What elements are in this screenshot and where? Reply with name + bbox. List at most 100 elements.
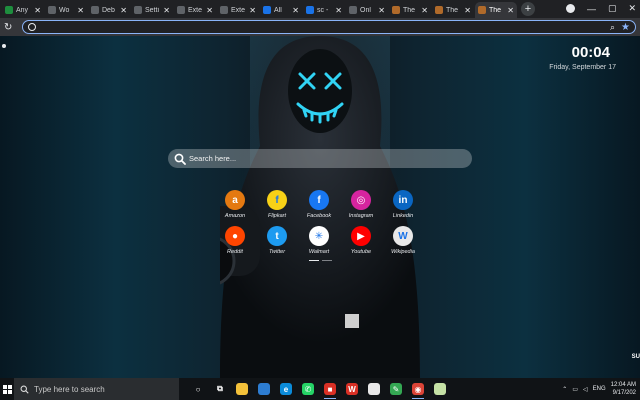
tab-close-icon[interactable]: ✕ <box>421 6 428 15</box>
shortcut-amazon[interactable]: a Amazon <box>215 190 255 219</box>
close-window-button[interactable]: ✕ <box>628 3 636 14</box>
language-indicator[interactable]: ENG <box>593 386 606 392</box>
start-button[interactable] <box>0 378 14 400</box>
shortcut-reddit[interactable]: ● Reddit <box>215 226 255 255</box>
edge-taskbar-button[interactable]: e <box>275 378 297 400</box>
search-icon[interactable]: ⌕ <box>610 22 615 33</box>
address-input[interactable] <box>40 22 606 32</box>
shortcut-label: Twitter <box>268 249 286 255</box>
shortcut-label: Wikipedia <box>391 249 415 255</box>
tab-close-icon[interactable]: ✕ <box>77 6 84 15</box>
tab-title: Setti <box>145 6 160 14</box>
shortcut-twitter[interactable]: t Twitter <box>257 226 297 255</box>
reload-icon[interactable]: ↻ <box>4 22 18 33</box>
shortcut-walmart[interactable]: ✳ Walmart <box>299 226 339 255</box>
chrome-taskbar-button[interactable]: ◉ <box>407 378 429 400</box>
tab-close-icon[interactable]: ✕ <box>249 6 256 15</box>
site-info-icon[interactable] <box>28 23 36 31</box>
shortcut-flipkart[interactable]: f Flipkart <box>257 190 297 219</box>
tab-list: Any ✕ Wo ✕ Deb ✕ Setti ✕ Exte ✕ Exte ✕ All ✕ sc - ✕ Onl ✕… <box>2 2 518 18</box>
tab-close-icon[interactable]: ✕ <box>335 6 342 15</box>
apps-dot-icon[interactable] <box>2 44 6 48</box>
timeline-taskbar-button[interactable]: ⧉ <box>209 378 231 400</box>
tab-6[interactable]: All ✕ <box>260 2 302 18</box>
c-icon <box>306 6 314 14</box>
shortcut-youtube[interactable]: ▶ Youtube <box>341 226 381 255</box>
shortcut-wikipedia[interactable]: W Wikipedia <box>383 226 423 255</box>
hood-icon <box>435 6 443 14</box>
tab-title: sc - <box>317 6 329 14</box>
shortcut-linkedin[interactable]: in Linkedin <box>383 190 423 219</box>
browser-toolbar: ↻ ⌕ ★ <box>0 18 640 36</box>
edge-icon: e <box>280 383 292 395</box>
taskbar-clock[interactable]: 12:04 AM 9/17/202 <box>611 381 636 397</box>
task-view-taskbar-button[interactable]: ○ <box>187 378 209 400</box>
profile-icon[interactable] <box>565 4 575 13</box>
screen-recorder-taskbar-button[interactable]: ■ <box>319 378 341 400</box>
w-icon <box>48 6 56 14</box>
tab-10[interactable]: The ✕ <box>432 2 474 18</box>
windows-logo-icon <box>2 384 12 394</box>
minimize-button[interactable]: — <box>587 4 596 14</box>
globe-icon <box>91 6 99 14</box>
sheets-taskbar-button[interactable] <box>429 378 451 400</box>
shortcut-label: Facebook <box>306 213 332 219</box>
omnibox[interactable]: ⌕ ★ <box>22 20 636 34</box>
notes-icon <box>368 383 380 395</box>
twitter-icon: t <box>267 226 287 246</box>
wps-icon: W <box>346 383 358 395</box>
tab-2[interactable]: Deb ✕ <box>88 2 130 18</box>
shortcut-instagram[interactable]: ◎ Instagram <box>341 190 381 219</box>
tab-close-icon[interactable]: ✕ <box>206 6 213 15</box>
pencil-icon: ✎ <box>390 383 402 395</box>
notes-taskbar-button[interactable] <box>363 378 385 400</box>
tab-close-icon[interactable]: ✕ <box>34 6 41 15</box>
page-indicator-active[interactable] <box>309 260 319 261</box>
hood-icon <box>478 6 486 14</box>
file-explorer-taskbar-button[interactable] <box>231 378 253 400</box>
pencil-taskbar-button[interactable]: ✎ <box>385 378 407 400</box>
search-bar[interactable] <box>168 149 472 168</box>
chevron-up-icon[interactable]: ⌃ <box>562 386 567 393</box>
photos-taskbar-button[interactable] <box>253 378 275 400</box>
bookmark-star-icon[interactable]: ★ <box>621 22 630 33</box>
tab-1[interactable]: Wo ✕ <box>45 2 87 18</box>
volume-icon[interactable]: ◁ <box>583 386 588 393</box>
search-input[interactable] <box>189 154 472 163</box>
tab-title: All <box>274 6 282 14</box>
tab-5[interactable]: Exte ✕ <box>217 2 259 18</box>
tab-close-icon[interactable]: ✕ <box>292 6 299 15</box>
tab-11[interactable]: The ✕ <box>475 2 517 18</box>
tab-4[interactable]: Exte ✕ <box>174 2 216 18</box>
wps-taskbar-button[interactable]: W <box>341 378 363 400</box>
window-controls: — ▢ ✕ <box>565 3 636 14</box>
whatsapp-taskbar-button[interactable]: ✆ <box>297 378 319 400</box>
tab-0[interactable]: Any ✕ <box>2 2 44 18</box>
shortcut-label: Flipkart <box>267 213 287 219</box>
shortcut-label: Walmart <box>308 249 330 255</box>
shortcut-label: Linkedin <box>392 213 414 219</box>
network-icon[interactable]: ▭ <box>572 386 578 393</box>
tab-3[interactable]: Setti ✕ <box>131 2 173 18</box>
new-tab-button[interactable]: + <box>521 2 535 16</box>
tab-close-icon[interactable]: ✕ <box>464 6 471 15</box>
clock-date: Friday, September 17 <box>549 64 616 71</box>
facebook-icon: f <box>309 190 329 210</box>
tab-9[interactable]: The ✕ <box>389 2 431 18</box>
tab-close-icon[interactable]: ✕ <box>507 6 514 15</box>
page-indicator[interactable] <box>322 260 332 261</box>
tab-close-icon[interactable]: ✕ <box>378 6 385 15</box>
tab-8[interactable]: Onl ✕ <box>346 2 388 18</box>
tab-title: Exte <box>188 6 203 14</box>
gear-icon <box>134 6 142 14</box>
tab-title: Wo <box>59 6 70 14</box>
tab-close-icon[interactable]: ✕ <box>163 6 170 15</box>
maximize-button[interactable]: ▢ <box>608 3 617 14</box>
shortcut-facebook[interactable]: f Facebook <box>299 190 339 219</box>
tab-close-icon[interactable]: ✕ <box>120 6 127 15</box>
taskbar-date: 9/17/202 <box>612 390 636 396</box>
tab-7[interactable]: sc - ✕ <box>303 2 345 18</box>
taskbar-search[interactable]: Type here to search <box>14 378 179 400</box>
tab-title: Deb <box>102 6 115 14</box>
system-tray: ⌃ ▭ ◁ ENG 12:04 AM 9/17/202 <box>562 381 640 397</box>
